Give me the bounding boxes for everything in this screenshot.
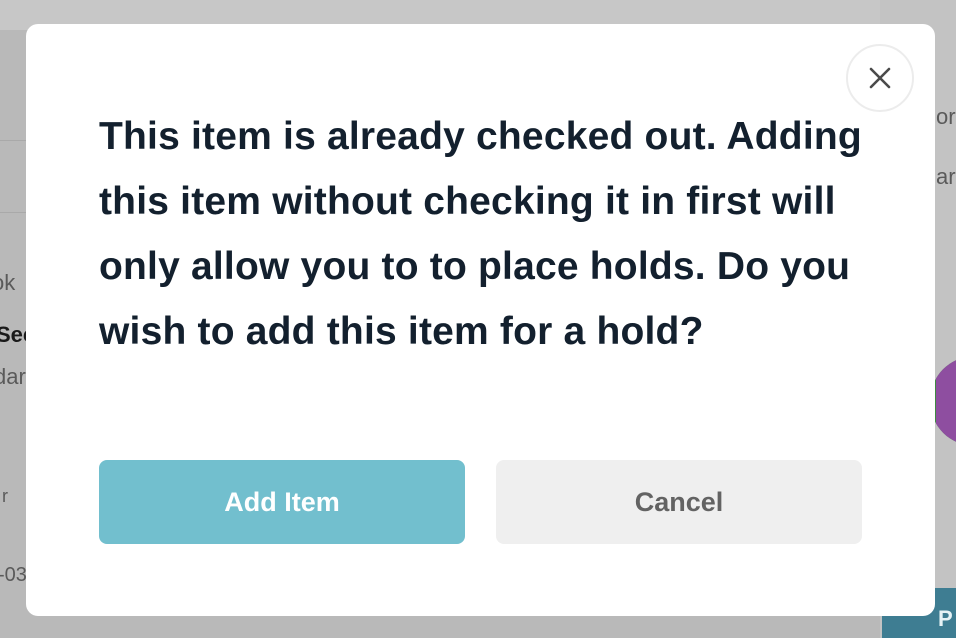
background-text: -03	[0, 564, 27, 586]
cancel-button[interactable]: Cancel	[496, 460, 862, 544]
close-button[interactable]	[846, 44, 914, 112]
close-icon	[869, 67, 891, 89]
add-item-button[interactable]: Add Item	[99, 460, 465, 544]
background-text: r	[2, 486, 8, 506]
background-text: ok	[0, 270, 16, 295]
background-button-label: P	[938, 606, 953, 631]
background-text: or	[936, 104, 956, 129]
dialog-message: This item is already checked out. Adding…	[99, 115, 862, 353]
hold-confirmation-dialog: This item is already checked out. Adding…	[26, 24, 935, 616]
background-text: ar	[936, 164, 956, 189]
background-text: dar	[0, 364, 26, 389]
